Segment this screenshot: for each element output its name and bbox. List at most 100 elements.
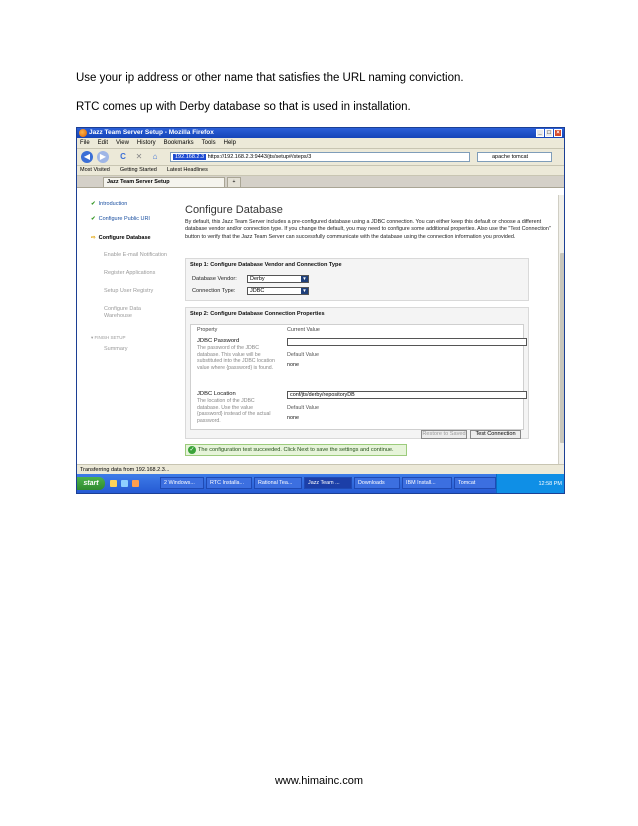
success-check-icon: ✓ bbox=[188, 446, 196, 454]
arrow-right-icon: ⇨ bbox=[91, 235, 96, 241]
home-icon[interactable]: ⌂ bbox=[149, 151, 161, 163]
bookmark-getting-started[interactable]: Getting Started bbox=[120, 166, 157, 175]
nav-label: Configure Public URI bbox=[98, 216, 150, 222]
start-button[interactable]: start bbox=[77, 477, 105, 490]
new-tab-button[interactable]: + bbox=[227, 177, 241, 187]
quick-launch-icon[interactable] bbox=[110, 480, 117, 487]
footer-url: www.himainc.com bbox=[274, 775, 364, 787]
doc-line-2: RTC comes up with Derby database so that… bbox=[76, 101, 411, 113]
nav-register-applications: Register Applications bbox=[104, 270, 156, 276]
nav-label: Configure Database bbox=[98, 235, 151, 241]
dropdown-arrow-icon: ▼ bbox=[301, 276, 308, 282]
task-windows[interactable]: 2 Windows... bbox=[160, 477, 204, 489]
jdbc-location-desc: The location of the JDBC database. Use t… bbox=[197, 398, 271, 424]
url-identity[interactable]: 192.168.2.3 bbox=[173, 154, 207, 160]
finish-setup-label: FINISH SETUP bbox=[94, 335, 126, 340]
maximize-button[interactable]: □ bbox=[545, 129, 553, 137]
tab-jazz-setup[interactable]: Jazz Team Server Setup bbox=[103, 177, 225, 187]
navigation-toolbar: ◀ ▶ C ✕ ⌂ 192.168.2.3 https://192.168.2.… bbox=[77, 149, 564, 166]
url-bar[interactable]: 192.168.2.3 https://192.168.2.3:9443/jts… bbox=[170, 152, 470, 162]
quick-launch-icon[interactable] bbox=[121, 480, 128, 487]
step2-panel: Step 2: Configure Database Connection Pr… bbox=[185, 307, 529, 439]
task-downloads[interactable]: Downloads bbox=[354, 477, 400, 489]
minimize-button[interactable]: _ bbox=[536, 129, 544, 137]
bookmarks-toolbar: Most Visited Getting Started Latest Head… bbox=[77, 166, 564, 176]
nav-setup-user-registry: Setup User Registry bbox=[104, 288, 154, 294]
check-icon: ✔ bbox=[91, 216, 96, 222]
connection-label: Connection Type: bbox=[192, 288, 236, 294]
reload-icon[interactable]: C bbox=[117, 151, 129, 163]
windows-taskbar: start 2 Windows... RTC Installa... Ratio… bbox=[77, 474, 564, 493]
browser-title: Jazz Team Server Setup - Mozilla Firefox bbox=[89, 129, 214, 136]
jdbc-password-name: JDBC Password bbox=[197, 338, 240, 344]
jdbc-password-desc: The password of the JDBC database. This … bbox=[197, 345, 275, 371]
task-rational-team[interactable]: Rational Tea... bbox=[254, 477, 302, 489]
nav-summary: Summary bbox=[104, 346, 128, 352]
bookmark-most-visited[interactable]: Most Visited bbox=[80, 166, 110, 175]
firefox-icon bbox=[79, 129, 87, 137]
menu-file[interactable]: File bbox=[80, 138, 90, 148]
back-icon[interactable]: ◀ bbox=[81, 151, 93, 163]
bookmark-latest-headlines[interactable]: Latest Headlines bbox=[167, 166, 208, 175]
restore-to-saved-button[interactable]: Restore to Saved bbox=[421, 430, 467, 439]
jdbc-location-name: JDBC Location bbox=[197, 391, 236, 397]
col-current-value: Current Value bbox=[287, 327, 320, 333]
properties-table: Property Current Value JDBC Password The… bbox=[190, 324, 527, 430]
menu-edit[interactable]: Edit bbox=[98, 138, 108, 148]
jdbc-password-input[interactable] bbox=[287, 338, 527, 346]
nav-introduction[interactable]: ✔ Introduction bbox=[91, 201, 127, 207]
close-button[interactable]: × bbox=[554, 129, 562, 137]
page-title: Configure Database bbox=[185, 204, 283, 216]
jdbc-location-default-label: Default Value bbox=[287, 405, 319, 411]
tab-bar: Jazz Team Server Setup + bbox=[77, 176, 564, 188]
task-rtc-install[interactable]: RTC Installa... bbox=[206, 477, 252, 489]
dropdown-arrow-icon: ▼ bbox=[301, 288, 308, 294]
nav-configure-public-uri[interactable]: ✔ Configure Public URI bbox=[91, 216, 150, 222]
task-jazz-team[interactable]: Jazz Team ... bbox=[304, 477, 352, 489]
finish-setup-heading: ▾ FINISH SETUP bbox=[91, 335, 126, 340]
page-content: ✔ Introduction ✔ Configure Public URI ⇨ Con… bbox=[77, 195, 558, 464]
connection-value: JDBC bbox=[250, 288, 265, 294]
forward-icon[interactable]: ▶ bbox=[97, 151, 109, 163]
browser-screenshot: Jazz Team Server Setup - Mozilla Firefox… bbox=[76, 127, 565, 494]
vendor-select[interactable]: Derby ▼ bbox=[247, 275, 309, 283]
nav-label: Introduction bbox=[98, 201, 128, 207]
intro-text: By default, this Jazz Team Server includ… bbox=[185, 219, 551, 240]
clock: 12:58 PM bbox=[538, 481, 562, 487]
jdbc-password-default-label: Default Value bbox=[287, 352, 319, 358]
vendor-label: Database Vendor: bbox=[192, 276, 237, 282]
menu-tools[interactable]: Tools bbox=[202, 138, 216, 148]
test-connection-button[interactable]: Test Connection bbox=[470, 430, 521, 439]
step2-title: Step 2: Configure Database Connection Pr… bbox=[190, 311, 325, 317]
jdbc-location-default-value: none bbox=[287, 415, 299, 421]
menu-help[interactable]: Help bbox=[224, 138, 236, 148]
menu-bookmarks[interactable]: Bookmarks bbox=[164, 138, 194, 148]
url-text: https://192.168.2.3:9443/jts/setup#/step… bbox=[207, 154, 312, 160]
menu-bar: File Edit View History Bookmarks Tools H… bbox=[77, 138, 564, 149]
quick-launch-icon[interactable] bbox=[132, 480, 139, 487]
success-text: The configuration test succeeded. Click … bbox=[198, 447, 394, 453]
status-bar: Transferring data from 192.168.2.3... bbox=[77, 464, 564, 474]
connection-select[interactable]: JDBC ▼ bbox=[247, 287, 309, 295]
scrollbar-thumb[interactable] bbox=[560, 253, 564, 443]
nav-configure-database[interactable]: ⇨ Configure Database bbox=[91, 235, 151, 241]
vendor-value: Derby bbox=[250, 276, 265, 282]
check-icon: ✔ bbox=[91, 201, 96, 207]
menu-view[interactable]: View bbox=[116, 138, 129, 148]
stop-icon[interactable]: ✕ bbox=[133, 151, 145, 163]
system-tray: 12:58 PM bbox=[496, 474, 564, 493]
col-property: Property bbox=[197, 327, 218, 333]
vertical-scrollbar[interactable] bbox=[558, 195, 564, 464]
doc-line-1: Use your ip address or other name that s… bbox=[76, 72, 464, 84]
step1-title: Step 1: Configure Database Vendor and Co… bbox=[190, 262, 342, 268]
nav-configure-data-warehouse: Configure Data Warehouse bbox=[104, 306, 141, 319]
step1-panel: Step 1: Configure Database Vendor and Co… bbox=[185, 258, 529, 301]
search-input[interactable]: apache tomcat bbox=[477, 152, 552, 162]
jdbc-location-input[interactable]: conf/jts/derby/repositoryDB bbox=[287, 391, 527, 399]
jdbc-password-default-value: none bbox=[287, 362, 299, 368]
menu-history[interactable]: History bbox=[137, 138, 156, 148]
nav-enable-email: Enable E-mail Notification bbox=[104, 252, 167, 258]
task-tomcat[interactable]: Tomcat bbox=[454, 477, 496, 489]
success-message: ✓ The configuration test succeeded. Clic… bbox=[185, 444, 407, 456]
task-ibm-install[interactable]: IBM Install... bbox=[402, 477, 452, 489]
